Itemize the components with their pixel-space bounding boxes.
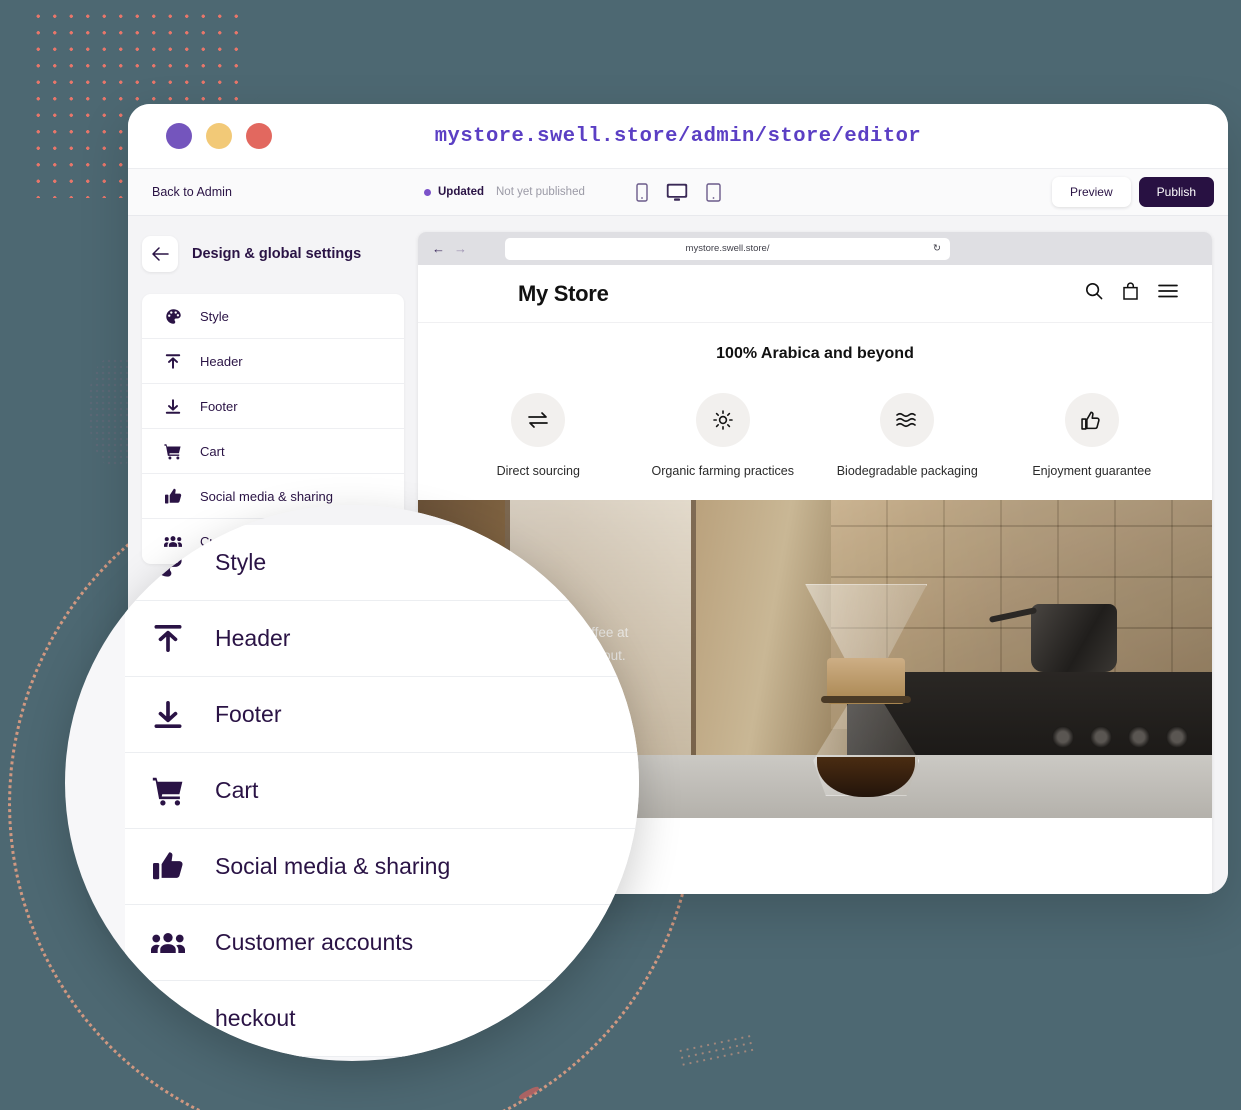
- hero-chemex-carafe: [791, 584, 941, 799]
- publish-status: Updated Not yet published: [424, 186, 585, 198]
- magnified-item-label: Social media & sharing: [215, 853, 451, 879]
- publish-button[interactable]: Publish: [1138, 177, 1214, 207]
- magnified-settings-menu: Style Header Footer Cart Social media & …: [125, 505, 639, 1057]
- tablet-device-icon[interactable]: [705, 182, 721, 202]
- window-url: mystore.swell.store/admin/store/editor: [434, 124, 922, 148]
- feature-label: Biodegradable packaging: [836, 464, 978, 478]
- preview-url-bar[interactable]: mystore.swell.store/ ↻: [505, 237, 950, 260]
- window-titlebar: mystore.swell.store/admin/store/editor: [128, 104, 1228, 168]
- feature-label: Direct sourcing: [496, 464, 580, 478]
- magnified-item-footer[interactable]: Footer: [125, 677, 639, 753]
- feature-label: Enjoyment guarantee: [1032, 464, 1152, 478]
- footer-icon: [151, 699, 185, 730]
- people-icon: [151, 931, 185, 955]
- status-label: Updated: [438, 186, 484, 198]
- arrow-left-icon[interactable]: ←: [432, 241, 445, 256]
- thumbs-up-icon: [151, 851, 185, 882]
- magnified-item-checkout[interactable]: heckout: [125, 981, 639, 1057]
- feature-item: Enjoyment guarantee: [1012, 393, 1172, 482]
- traffic-light-purple[interactable]: [166, 123, 192, 149]
- preview-nav: ← →: [432, 241, 467, 256]
- stove-knob: [1090, 726, 1113, 749]
- feature-list: Direct sourcing Organic farming practice…: [418, 393, 1212, 482]
- magnified-item-label: heckout: [215, 1005, 296, 1031]
- storefront-header: My Store: [418, 265, 1212, 323]
- sidebar-item-label: Header: [200, 353, 243, 369]
- sidebar-item-header[interactable]: Header: [142, 339, 404, 384]
- thumbs-up-icon: [1064, 393, 1119, 447]
- store-name: My Store: [518, 280, 609, 306]
- sidebar-item-footer[interactable]: Footer: [142, 384, 404, 429]
- magnified-item-label: Customer accounts: [215, 929, 414, 955]
- status-sublabel: Not yet published: [496, 186, 585, 198]
- people-icon: [157, 509, 178, 518]
- sidebar-header: Design & global settings: [142, 236, 404, 272]
- sidebar-title: Design & global settings: [192, 246, 362, 262]
- sidebar-item-style[interactable]: Style: [142, 294, 404, 339]
- stove-knob: [1128, 726, 1151, 749]
- footer-icon: [164, 398, 182, 415]
- storefront-header-icons: [1085, 282, 1178, 305]
- status-dot-icon: [424, 188, 431, 196]
- reload-icon[interactable]: ↻: [933, 243, 941, 254]
- sidebar-item-label: Style: [200, 308, 229, 324]
- preview-button[interactable]: Preview: [1051, 177, 1131, 207]
- magnified-item-label: Footer: [215, 701, 282, 727]
- stove-knob: [1052, 726, 1075, 749]
- feature-item: Biodegradable packaging: [827, 393, 987, 482]
- magnifier-lens: Style Header Footer Cart Social media & …: [65, 505, 639, 1061]
- feature-band: 100% Arabica and beyond Direct sourcing: [418, 323, 1212, 501]
- preview-browser-chrome: ← → mystore.swell.store/ ↻: [418, 232, 1212, 265]
- sidebar-item-label: Cart: [200, 443, 225, 459]
- magnified-item-header[interactable]: Header: [125, 601, 639, 677]
- magnified-item-style[interactable]: Style: [125, 525, 639, 601]
- hero-kettle: [1030, 603, 1117, 672]
- chemex-top: [805, 584, 928, 663]
- feature-label: Organic farming practices: [651, 464, 794, 478]
- cart-icon: [151, 776, 185, 806]
- traffic-lights: [166, 123, 272, 149]
- traffic-light-yellow[interactable]: [206, 123, 232, 149]
- exchange-icon: [511, 393, 566, 447]
- feature-item: Direct sourcing: [458, 393, 618, 482]
- feature-item: Organic farming practices: [643, 393, 803, 482]
- search-icon[interactable]: [1085, 282, 1103, 305]
- arrow-right-icon[interactable]: →: [454, 241, 467, 256]
- palette-icon: [164, 308, 182, 325]
- header-icon: [151, 623, 185, 654]
- hamburger-menu-icon[interactable]: [1158, 284, 1178, 303]
- traffic-light-red[interactable]: [246, 123, 272, 149]
- magnified-item-social-media[interactable]: Social media & sharing: [125, 829, 639, 905]
- magnified-menu-list: Style Header Footer Cart Social media & …: [125, 525, 639, 1057]
- feature-band-title: 100% Arabica and beyond: [716, 345, 914, 362]
- magnified-item-label: Style: [215, 549, 267, 575]
- magnified-item-label: Header: [215, 625, 291, 651]
- palette-icon: [151, 547, 185, 579]
- stove-knob: [1166, 726, 1189, 749]
- decorative-dot-cluster: [676, 1032, 756, 1070]
- magnified-item-cart[interactable]: Cart: [125, 753, 639, 829]
- sidebar-back-button[interactable]: [142, 236, 178, 272]
- magnified-item-customer-accounts[interactable]: Customer accounts: [125, 905, 639, 981]
- header-icon: [164, 353, 182, 370]
- bag-icon[interactable]: [1123, 282, 1138, 305]
- desktop-device-icon[interactable]: [666, 183, 688, 202]
- magnified-clipped-row: [125, 505, 639, 525]
- mobile-device-icon[interactable]: [635, 182, 648, 202]
- hero-stove-knobs: [1052, 726, 1189, 749]
- cart-icon: [164, 443, 182, 460]
- chemex-band: [821, 696, 912, 704]
- magnified-item-label: Cart: [215, 777, 259, 803]
- sidebar-item-label: Social media & sharing: [200, 488, 333, 504]
- preview-url-text: mystore.swell.store/: [685, 243, 770, 254]
- waves-icon: [880, 393, 935, 447]
- sidebar-item-cart[interactable]: Cart: [142, 429, 404, 474]
- editor-toolbar: Back to Admin Updated Not yet published: [128, 168, 1228, 216]
- thumbs-up-icon: [164, 488, 182, 505]
- sidebar-item-label: Footer: [200, 398, 238, 414]
- back-to-admin-link[interactable]: Back to Admin: [152, 185, 232, 199]
- sun-icon: [695, 393, 750, 447]
- toolbar-actions: Preview Publish: [1051, 177, 1214, 207]
